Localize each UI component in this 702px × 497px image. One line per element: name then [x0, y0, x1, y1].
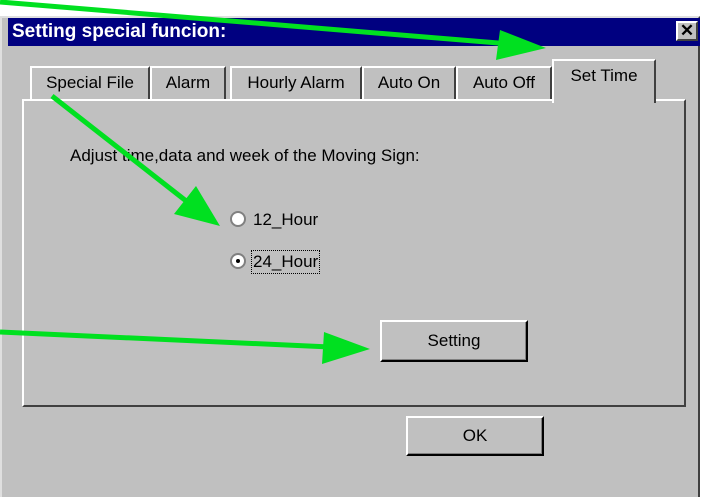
instruction-text: Adjust time,data and week of the Moving … — [70, 146, 420, 165]
radio-12-hour-label[interactable]: 12_Hour — [253, 210, 318, 230]
screenshot-stage: Setting special funcion: ✕ Special File … — [0, 0, 702, 497]
radio-12-hour[interactable] — [230, 211, 246, 227]
tab-alarm[interactable]: Alarm — [150, 66, 226, 99]
tab-hourly-alarm[interactable]: Hourly Alarm — [230, 66, 362, 99]
tab-auto-on[interactable]: Auto On — [362, 66, 456, 99]
tab-set-time[interactable]: Set Time — [552, 59, 656, 103]
radio-24-hour[interactable] — [230, 253, 246, 269]
ok-button[interactable]: OK — [406, 416, 544, 456]
close-button[interactable]: ✕ — [676, 21, 698, 41]
radio-24-hour-label[interactable]: 24_Hour — [250, 250, 321, 274]
setting-button[interactable]: Setting — [380, 320, 528, 362]
title-bar: Setting special funcion: ✕ — [8, 18, 700, 46]
tab-auto-off[interactable]: Auto Off — [456, 66, 552, 99]
window-title: Setting special funcion: — [12, 21, 227, 42]
radio-selected-dot — [236, 259, 240, 263]
close-icon: ✕ — [679, 21, 695, 40]
tab-special-file[interactable]: Special File — [30, 66, 150, 99]
